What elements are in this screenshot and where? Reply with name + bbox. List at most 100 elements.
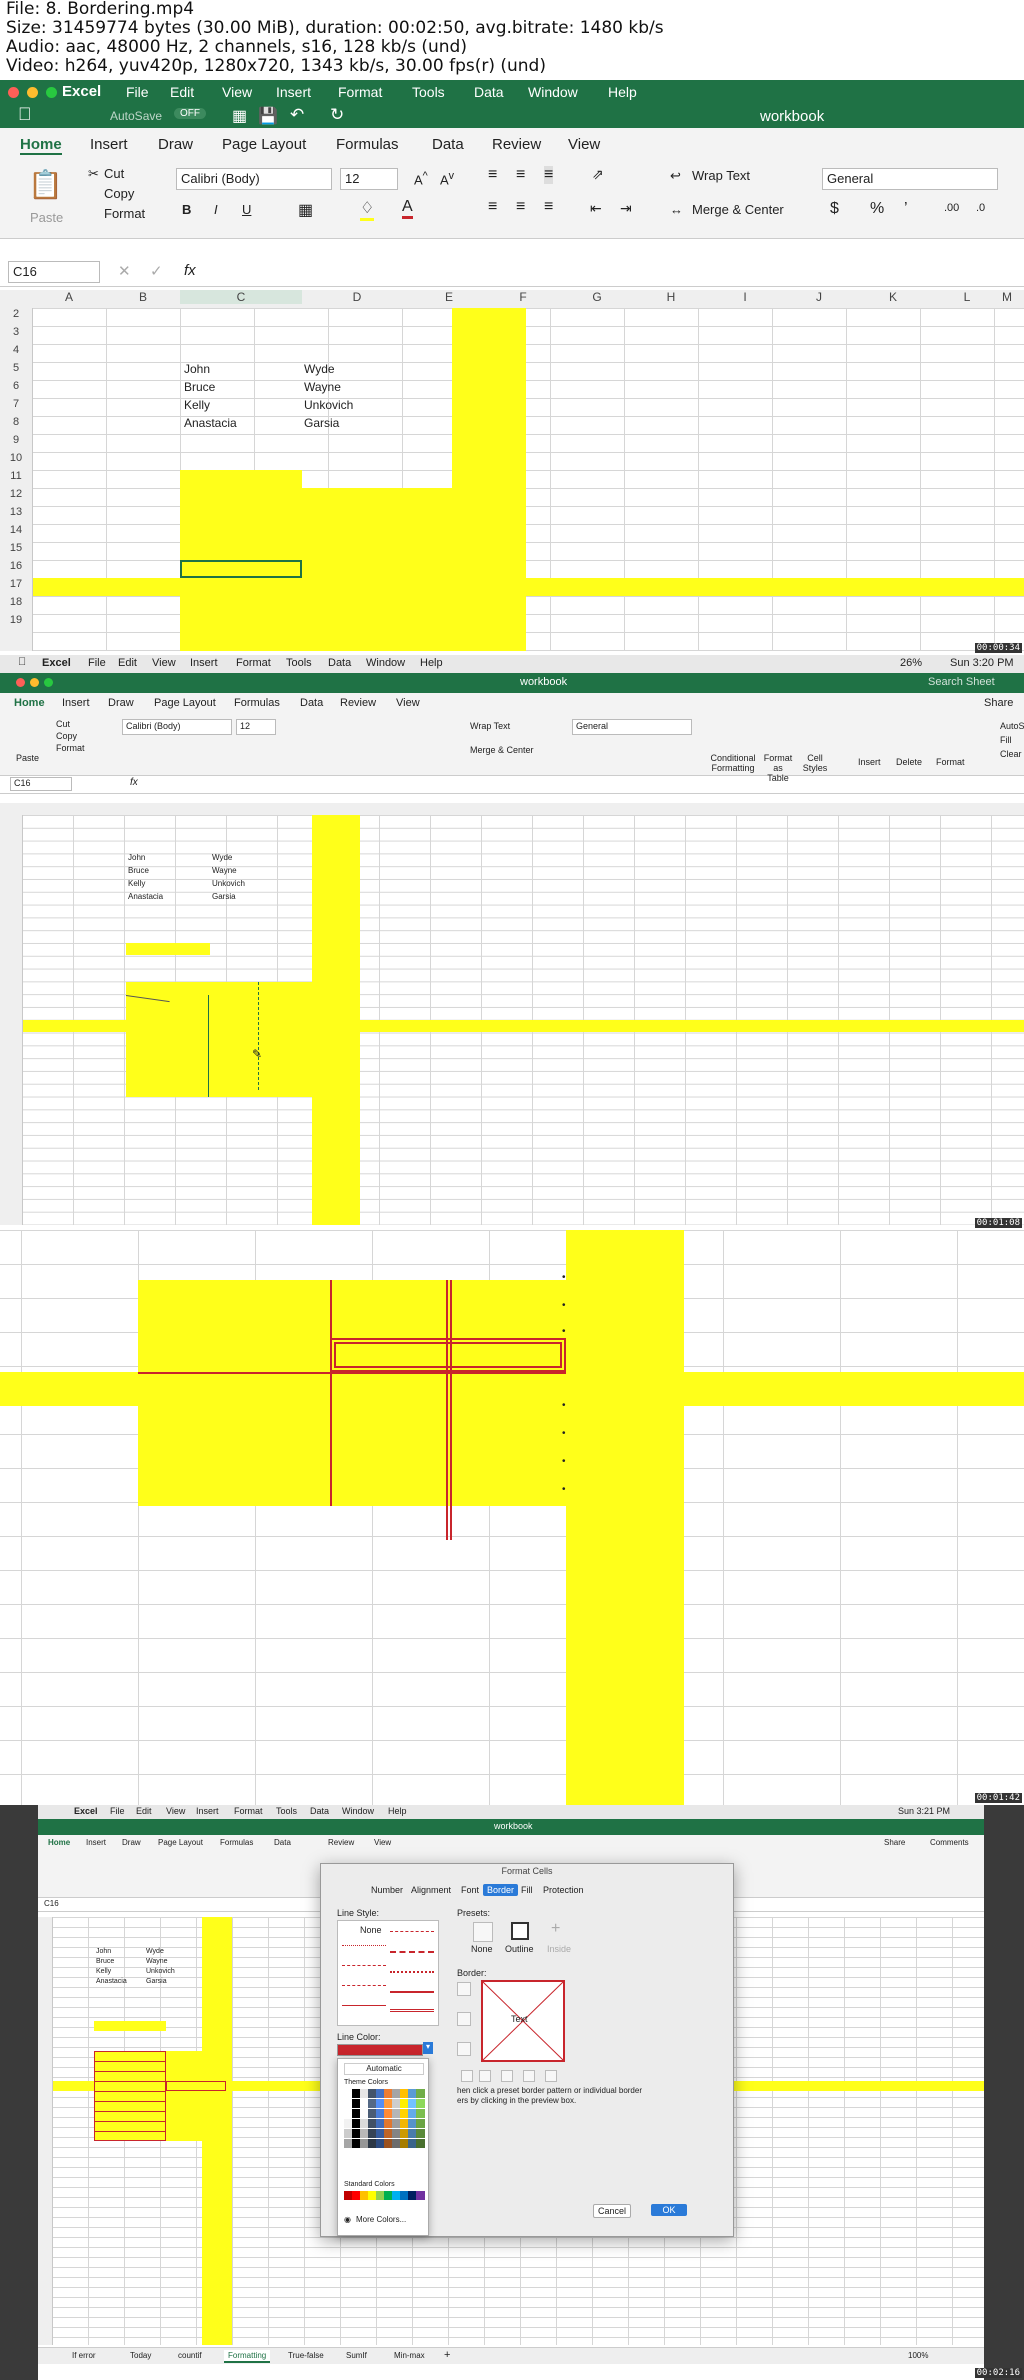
menu-edit[interactable]: Edit xyxy=(136,1806,152,1816)
zoom-window-button[interactable] xyxy=(46,87,57,98)
tab-home[interactable]: Home xyxy=(20,136,62,155)
border-diag-up-button[interactable] xyxy=(461,2070,473,2082)
column-header[interactable]: D xyxy=(302,290,412,304)
cell-last-name[interactable]: Wyde xyxy=(304,362,335,376)
menu-file[interactable]: File xyxy=(88,657,106,669)
theme-color-swatch[interactable] xyxy=(416,2139,425,2148)
more-colors-button[interactable]: More Colors... xyxy=(356,2215,406,2224)
conditional-formatting-button[interactable]: Conditional Formatting xyxy=(708,753,758,773)
preset-outline-button[interactable] xyxy=(511,1922,529,1940)
row-header[interactable]: 14 xyxy=(0,524,32,536)
fill-color-icon[interactable]: ♢ xyxy=(360,198,375,221)
save-icon[interactable]: 💾 xyxy=(258,106,278,126)
cell-first-name[interactable]: John xyxy=(184,362,210,376)
search-sheet[interactable]: Search Sheet xyxy=(928,676,995,688)
underline-button[interactable]: U xyxy=(242,202,251,217)
line-style-option[interactable] xyxy=(390,1931,434,1932)
format-painter-button[interactable]: Format xyxy=(104,206,145,221)
column-header[interactable]: B xyxy=(106,290,180,304)
column-header[interactable]: J xyxy=(782,290,856,304)
row-header[interactable]: 5 xyxy=(0,362,32,374)
share-button[interactable]: Share xyxy=(984,697,1013,709)
cell-first-name[interactable]: Kelly xyxy=(184,398,210,412)
menu-file[interactable]: File xyxy=(110,1806,125,1816)
border-right-button[interactable] xyxy=(523,2070,535,2082)
theme-color-swatch[interactable] xyxy=(416,2089,425,2098)
cell-first-name[interactable]: Kelly xyxy=(128,879,145,888)
row-header[interactable]: 18 xyxy=(0,596,32,608)
line-style-option[interactable] xyxy=(390,2009,434,2012)
close-window-button[interactable] xyxy=(8,87,19,98)
format-cells-button[interactable]: Format xyxy=(936,757,965,767)
theme-color-swatch[interactable] xyxy=(416,2129,425,2138)
cut-button[interactable]: Cut xyxy=(104,166,124,181)
theme-color-grid[interactable] xyxy=(344,2089,425,2149)
sheet-grid[interactable]: John Wyde Bruce Wayne Kelly Unkovich Ana… xyxy=(22,815,1024,1225)
number-format-select[interactable]: General xyxy=(822,168,998,190)
cell-last-name[interactable]: Garsia xyxy=(146,1978,167,1985)
sheet-tab[interactable]: If error xyxy=(72,2351,96,2360)
function-icon[interactable]: fx xyxy=(130,777,138,788)
align-right-icon[interactable]: ≡ xyxy=(544,198,553,216)
menu-format[interactable]: Format xyxy=(236,657,271,669)
cell-styles-button[interactable]: Cell Styles xyxy=(800,753,830,773)
row-header[interactable]: 7 xyxy=(0,398,32,410)
border-middle-button[interactable] xyxy=(457,2012,471,2026)
row-header[interactable]: 10 xyxy=(0,452,32,464)
column-header[interactable]: A xyxy=(32,290,106,304)
italic-button[interactable]: I xyxy=(214,202,218,217)
tab-home[interactable]: Home xyxy=(14,697,45,709)
comments-button[interactable]: Comments xyxy=(930,1838,969,1847)
cell-first-name[interactable]: Kelly xyxy=(96,1968,111,1975)
menu-edit[interactable]: Edit xyxy=(118,657,137,669)
tab-page-layout[interactable]: Page Layout xyxy=(158,1838,203,1847)
line-style-option[interactable] xyxy=(342,1945,386,1946)
tab-insert[interactable]: Insert xyxy=(90,136,128,153)
menu-format[interactable]: Format xyxy=(234,1806,263,1816)
tab-number[interactable]: Number xyxy=(367,1884,407,1896)
currency-icon[interactable]: $ xyxy=(830,200,839,218)
menu-edit[interactable]: Edit xyxy=(170,84,194,100)
app-name[interactable]: Excel xyxy=(42,657,71,669)
align-middle-icon[interactable]: ≡ xyxy=(516,166,525,184)
tab-alignment[interactable]: Alignment xyxy=(407,1884,455,1896)
cell-first-name[interactable]: John xyxy=(128,853,145,862)
tab-insert[interactable]: Insert xyxy=(62,697,90,709)
name-box[interactable]: C16 xyxy=(44,1899,59,1908)
increase-indent-icon[interactable]: ⇥ xyxy=(620,200,632,217)
row-header[interactable]: 9 xyxy=(0,434,32,446)
tab-draw[interactable]: Draw xyxy=(122,1838,141,1847)
percent-icon[interactable]: % xyxy=(870,200,884,218)
tab-data[interactable]: Data xyxy=(274,1838,291,1847)
menu-insert[interactable]: Insert xyxy=(276,84,311,100)
merge-center-button[interactable]: Merge & Center xyxy=(470,745,534,755)
cell-last-name[interactable]: Wayne xyxy=(304,380,341,394)
line-style-none[interactable]: None xyxy=(360,1925,382,1935)
menu-insert[interactable]: Insert xyxy=(196,1806,219,1816)
name-box[interactable]: C16 xyxy=(8,261,100,283)
cell-last-name[interactable]: Garsia xyxy=(304,416,339,430)
bold-button[interactable]: B xyxy=(182,202,191,217)
cell-last-name[interactable]: Wyde xyxy=(146,1948,164,1955)
preset-none-button[interactable] xyxy=(473,1922,493,1942)
border-left-button[interactable] xyxy=(479,2070,491,2082)
decrease-indent-icon[interactable]: ⇤ xyxy=(590,200,602,217)
tab-formulas[interactable]: Formulas xyxy=(234,697,280,709)
line-color-select[interactable] xyxy=(337,2044,423,2056)
tab-fill[interactable]: Fill xyxy=(517,1884,537,1896)
font-size-select[interactable]: 12 xyxy=(340,168,398,190)
cell-last-name[interactable]: Wayne xyxy=(212,866,237,875)
paste-button[interactable]: Paste xyxy=(30,210,63,225)
decrease-decimal-icon[interactable]: .0 xyxy=(976,202,985,214)
tab-view[interactable]: View xyxy=(568,136,600,153)
increase-decimal-icon[interactable]: .00 xyxy=(944,202,959,214)
minimize-window-button[interactable] xyxy=(30,678,39,687)
function-icon[interactable]: fx xyxy=(184,262,196,279)
format-painter-button[interactable]: Format xyxy=(56,743,85,753)
theme-color-swatch[interactable] xyxy=(416,2099,425,2108)
preset-inside-icon[interactable]: + xyxy=(551,1920,560,1938)
tab-protection[interactable]: Protection xyxy=(539,1884,588,1896)
column-header[interactable]: K xyxy=(856,290,930,304)
sheet-tab[interactable]: Today xyxy=(130,2351,151,2360)
menu-window[interactable]: Window xyxy=(528,84,578,100)
